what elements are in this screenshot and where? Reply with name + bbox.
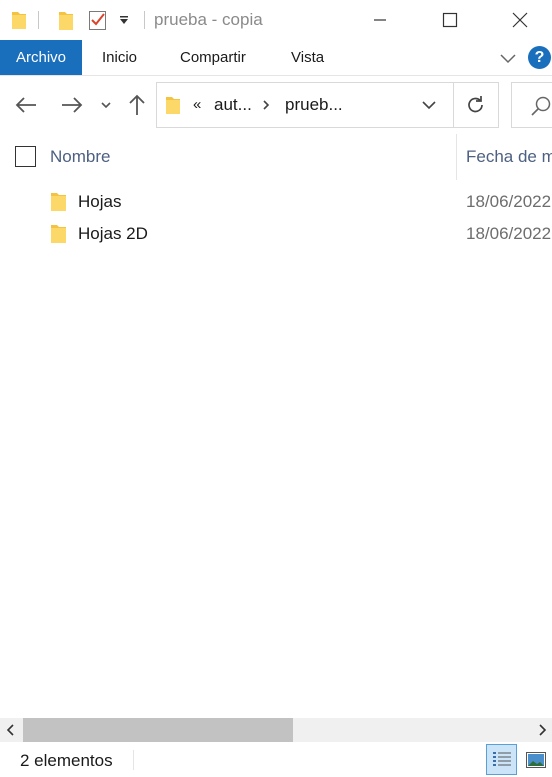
breadcrumb-segment[interactable]: aut...: [214, 83, 252, 127]
address-folder-icon: [165, 95, 181, 115]
up-arrow-icon[interactable]: [124, 90, 150, 120]
item-count: 2 elementos: [20, 751, 113, 770]
back-arrow-icon[interactable]: [12, 90, 40, 120]
title-bar: prueba - copia: [0, 0, 552, 40]
forward-arrow-icon[interactable]: [58, 90, 86, 120]
close-icon[interactable]: [485, 0, 552, 40]
breadcrumb-segment[interactable]: prueb...: [285, 83, 343, 127]
new-folder-icon[interactable]: [58, 0, 74, 40]
tab-vista[interactable]: Vista: [279, 40, 336, 75]
help-icon[interactable]: ?: [528, 46, 551, 69]
tab-inicio[interactable]: Inicio: [90, 40, 149, 75]
file-date: 18/06/2022: [466, 224, 552, 243]
horizontal-scrollbar[interactable]: [0, 718, 552, 742]
file-date: 18/06/2022: [466, 192, 552, 211]
refresh-icon[interactable]: [465, 83, 487, 127]
customize-dropdown-icon[interactable]: [118, 0, 130, 40]
column-date-header[interactable]: Fecha de m: [466, 134, 552, 180]
folder-icon: [11, 0, 27, 40]
status-bar: 2 elementos: [0, 742, 552, 777]
file-name: Hojas 2D: [78, 224, 148, 243]
scrollbar-thumb[interactable]: [23, 718, 293, 742]
list-item[interactable]: Hojas 2D 18/06/2022: [0, 218, 552, 250]
tab-compartir[interactable]: Compartir: [168, 40, 258, 75]
scroll-left-icon[interactable]: [1, 718, 21, 742]
maximize-icon[interactable]: [415, 0, 485, 40]
folder-icon: [50, 224, 70, 244]
address-bar[interactable]: « aut... prueb...: [156, 82, 499, 128]
select-all-checkbox[interactable]: [15, 146, 36, 167]
file-name: Hojas: [78, 192, 122, 211]
folder-icon: [50, 192, 70, 212]
list-item[interactable]: Hojas 18/06/2022: [0, 186, 552, 218]
properties-icon[interactable]: [88, 0, 108, 40]
column-header: Nombre Fecha de m: [0, 134, 552, 180]
large-icons-view-icon[interactable]: [520, 744, 551, 775]
search-input[interactable]: [511, 82, 552, 128]
address-dropdown-chevron-icon[interactable]: [421, 83, 437, 127]
scroll-right-icon[interactable]: [532, 718, 552, 742]
details-view-icon[interactable]: [486, 744, 517, 775]
window-title: prueba - copia: [154, 10, 263, 29]
address-overflow-marker[interactable]: «: [193, 83, 201, 127]
recent-locations-chevron-icon[interactable]: [98, 90, 114, 120]
minimize-icon[interactable]: [345, 0, 415, 40]
breadcrumb-separator-icon[interactable]: [261, 83, 271, 127]
expand-ribbon-chevron-icon[interactable]: [498, 48, 518, 68]
tab-archivo[interactable]: Archivo: [0, 40, 82, 75]
column-name-header[interactable]: Nombre: [50, 134, 110, 180]
ribbon-tabs: Archivo Inicio Compartir Vista ?: [0, 40, 552, 76]
search-icon: [530, 95, 552, 122]
